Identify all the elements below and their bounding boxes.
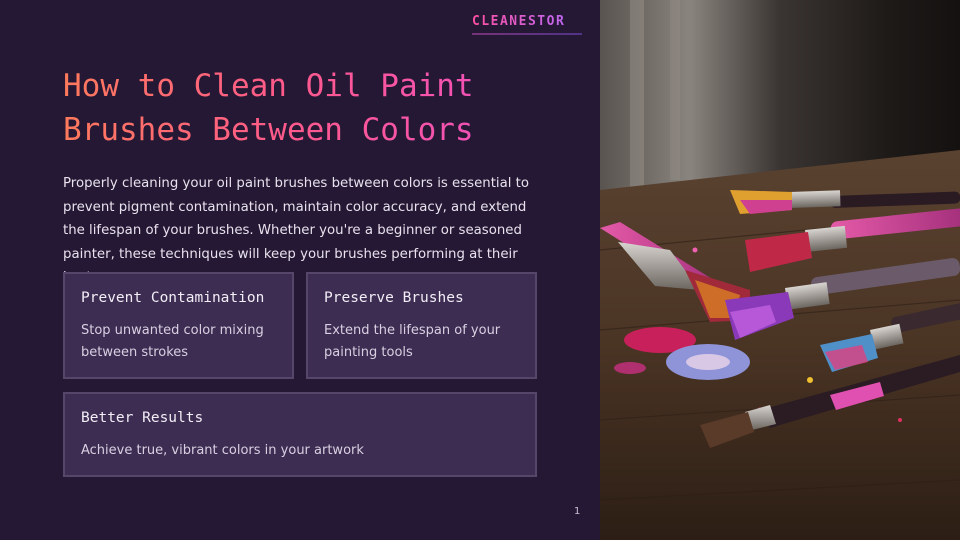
brand-tagline-strip [472, 33, 582, 35]
card-better-results: Better Results Achieve true, vibrant col… [63, 392, 537, 477]
card-preserve-brushes: Preserve Brushes Extend the lifespan of … [306, 272, 537, 379]
card-title: Better Results [81, 410, 204, 426]
slide-title: How to Clean Oil Paint Brushes Between C… [63, 64, 543, 152]
slide-title-line-1: How to Clean Oil Paint [63, 68, 474, 104]
slide-title-line-2: Brushes Between Colors [63, 112, 474, 148]
brand-logo: CLEANESTOR [472, 14, 584, 40]
content-panel: CLEANESTOR How to Clean Oil Paint Brushe… [0, 0, 600, 540]
paintbrushes-illustration [600, 0, 960, 540]
brand-name: CLEANESTOR [472, 14, 584, 29]
card-title: Preserve Brushes [324, 290, 464, 306]
page-number: 1 [574, 506, 581, 517]
card-prevent-contamination: Prevent Contamination Stop unwanted colo… [63, 272, 294, 379]
card-body: Achieve true, vibrant colors in your art… [81, 443, 364, 458]
card-body: Stop unwanted color mixing between strok… [81, 323, 264, 360]
card-body: Extend the lifespan of your painting too… [324, 323, 501, 360]
card-title: Prevent Contamination [81, 290, 265, 306]
paintbrushes-photo [600, 0, 960, 540]
